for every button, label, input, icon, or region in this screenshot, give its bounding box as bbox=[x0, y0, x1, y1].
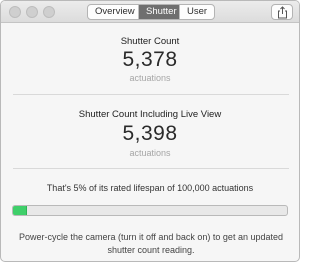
zoom-window-button[interactable] bbox=[43, 6, 55, 18]
minimize-window-button[interactable] bbox=[26, 6, 38, 18]
share-button[interactable] bbox=[271, 4, 293, 20]
live-view-count-unit: actuations bbox=[129, 148, 171, 158]
live-view-count-value: 5,398 bbox=[122, 122, 178, 145]
footnote: Power-cycle the camera (turn it off and … bbox=[19, 232, 283, 255]
divider bbox=[13, 168, 289, 169]
tab-overview[interactable]: Overview bbox=[88, 5, 139, 19]
shutter-count-value: 5,378 bbox=[122, 48, 178, 71]
close-window-button[interactable] bbox=[9, 6, 21, 18]
lifespan-progress-bar bbox=[12, 205, 288, 216]
shutter-count-unit: actuations bbox=[129, 73, 171, 83]
tab-user[interactable]: User bbox=[180, 5, 214, 19]
divider bbox=[13, 94, 289, 95]
tab-shutter[interactable]: Shutter bbox=[139, 5, 180, 19]
share-icon bbox=[278, 6, 287, 19]
shutter-count-title: Shutter Count bbox=[120, 36, 180, 47]
app-window: Overview Shutter User Shutter Count 5,37… bbox=[0, 0, 300, 262]
title-bar: Overview Shutter User bbox=[1, 1, 299, 23]
view-tabs: Overview Shutter User bbox=[87, 4, 215, 20]
live-view-count-title: Shutter Count Including Live View bbox=[78, 109, 222, 120]
lifespan-progress-fill bbox=[13, 206, 27, 215]
lifespan-text: That's 5% of its rated lifespan of 100,0… bbox=[46, 183, 254, 193]
